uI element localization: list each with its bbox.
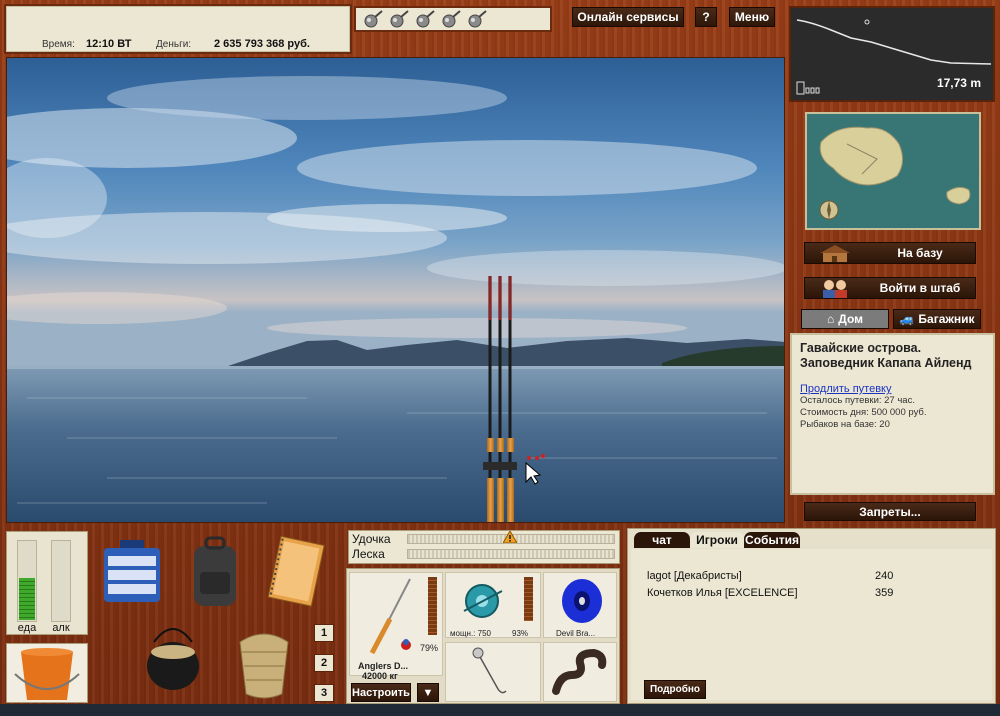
tab-chat[interactable]: чат <box>634 532 690 548</box>
lure-icon[interactable] <box>362 9 384 29</box>
line-tension-label: Леска <box>352 547 385 561</box>
slot-1-button[interactable]: 1 <box>314 624 334 642</box>
details-button[interactable]: Подробно <box>644 680 706 699</box>
rod-tension-label: Удочка <box>352 532 391 546</box>
location-info-panel: Гавайские острова. Заповедник Капапа Айл… <box>790 333 995 495</box>
lure-icon[interactable] <box>388 9 410 29</box>
alcohol-meter <box>51 540 71 622</box>
enter-hq-button[interactable]: Войти в штаб <box>804 277 976 299</box>
menu-button[interactable]: Меню <box>729 7 775 27</box>
slot-3-button[interactable]: 3 <box>314 684 334 702</box>
configure-button[interactable]: Настроить <box>351 683 411 702</box>
notebook-icon[interactable] <box>262 534 328 610</box>
food-label: еда <box>17 622 37 634</box>
line-name: Devil Bra... <box>556 629 596 638</box>
home-icon: ⌂ <box>827 312 835 326</box>
time-value: 12:10 ВТ <box>86 38 132 50</box>
player-name: lagot [Декабристы] <box>647 570 742 582</box>
reel-condition-bar <box>524 577 533 621</box>
to-base-label: На базу <box>897 246 943 260</box>
player-score: 240 <box>875 570 894 582</box>
lure-icon[interactable] <box>466 9 488 29</box>
location-map[interactable] <box>805 112 981 230</box>
people-icon <box>805 278 865 298</box>
reel-slot[interactable]: мощн.: 750 93% <box>445 572 541 638</box>
gear-panel: 79% Anglers D... 42000 кг мощн.: 750 93%… <box>346 568 620 704</box>
depth-profile-panel: 17,73 m <box>789 6 995 102</box>
line-spool-icon <box>562 579 602 623</box>
cauldron-icon[interactable] <box>142 622 204 698</box>
location-title: Гавайские острова. Заповедник Капапа Айл… <box>800 341 972 370</box>
rod-percent: 79% <box>420 643 439 653</box>
chat-panel: чат Игроки События lagot [Декабристы] 24… <box>627 528 996 704</box>
rod-condition-bar <box>428 577 437 635</box>
day-cost: Стоимость дня: 500 000 руб. <box>800 407 927 418</box>
money-value: 2 635 793 368 руб. <box>214 38 310 50</box>
money-label: Деньги: <box>156 39 192 50</box>
os-taskbar <box>0 704 1000 716</box>
bans-button[interactable]: Запреты... <box>804 502 976 521</box>
tab-players[interactable]: Игроки <box>690 532 744 548</box>
tab-events[interactable]: События <box>744 532 800 548</box>
trunk-tab-label: Багажник <box>918 312 975 326</box>
depth-value: 17,73 m <box>936 76 981 90</box>
status-panel: Время: 12:10 ВТ Деньги: 2 635 793 368 ру… <box>4 4 352 54</box>
bait-slot[interactable] <box>543 642 617 702</box>
fishing-scene[interactable] <box>6 57 785 523</box>
line-slot[interactable]: Devil Bra... <box>543 572 617 638</box>
reel-power: мощн.: 750 <box>450 629 491 638</box>
tackle-box-icon[interactable] <box>100 534 168 608</box>
food-meter <box>17 540 37 622</box>
tension-panel: Удочка Леска <box>348 530 620 564</box>
anglers-count: Рыбаков на базе: 20 <box>800 419 890 430</box>
warning-icon <box>502 530 518 544</box>
enter-hq-label: Войти в штаб <box>879 281 961 295</box>
list-item[interactable]: lagot [Декабристы] 240 <box>647 570 992 582</box>
players-list: lagot [Декабристы] 240 Кочетков Илья [EX… <box>631 549 992 700</box>
gear-dropdown-button[interactable]: ▼ <box>417 683 439 702</box>
lure-icon[interactable] <box>414 9 436 29</box>
rod-slot[interactable]: 79% Anglers D... 42000 кг <box>349 572 443 681</box>
trunk-tab[interactable]: 🚙 Багажник <box>893 309 981 329</box>
hook-slot[interactable] <box>445 642 541 702</box>
food-meter-fill <box>19 578 35 620</box>
help-button[interactable]: ? <box>695 7 717 27</box>
spoon-lure-icon <box>472 647 507 694</box>
worm-icon <box>552 648 607 695</box>
player-name: Кочетков Илья [EXCELENCE] <box>647 587 798 599</box>
keep-net-icon[interactable] <box>228 622 300 702</box>
status-meters: еда алк <box>6 531 88 635</box>
alcohol-label: алк <box>52 622 70 634</box>
list-item[interactable]: Кочетков Илья [EXCELENCE] 359 <box>647 587 992 599</box>
home-tab-label: Дом <box>838 312 863 326</box>
bucket-icon <box>14 648 80 700</box>
rod-name: Anglers D... <box>358 661 409 671</box>
backpack-icon[interactable] <box>188 536 242 610</box>
line-tension-bar <box>407 549 615 559</box>
player-score: 359 <box>875 587 894 599</box>
car-icon: 🚙 <box>899 312 915 326</box>
slot-2-button[interactable]: 2 <box>314 654 334 672</box>
house-icon <box>805 243 865 263</box>
online-services-button[interactable]: Онлайн сервисы <box>572 7 684 27</box>
reel-icon <box>463 584 503 618</box>
permit-remaining: Осталось путевки: 27 час. <box>800 395 915 406</box>
bait-bucket-slot[interactable] <box>6 643 88 703</box>
lure-icon[interactable] <box>440 9 462 29</box>
extend-permit-link[interactable]: Продлить путевку <box>800 383 985 395</box>
time-label: Время: <box>42 39 75 50</box>
to-base-button[interactable]: На базу <box>804 242 976 264</box>
reel-percent: 93% <box>512 629 529 638</box>
rod-max-weight: 42000 кг <box>362 671 398 681</box>
lure-strip <box>354 6 552 32</box>
home-tab[interactable]: ⌂ Дом <box>801 309 889 329</box>
